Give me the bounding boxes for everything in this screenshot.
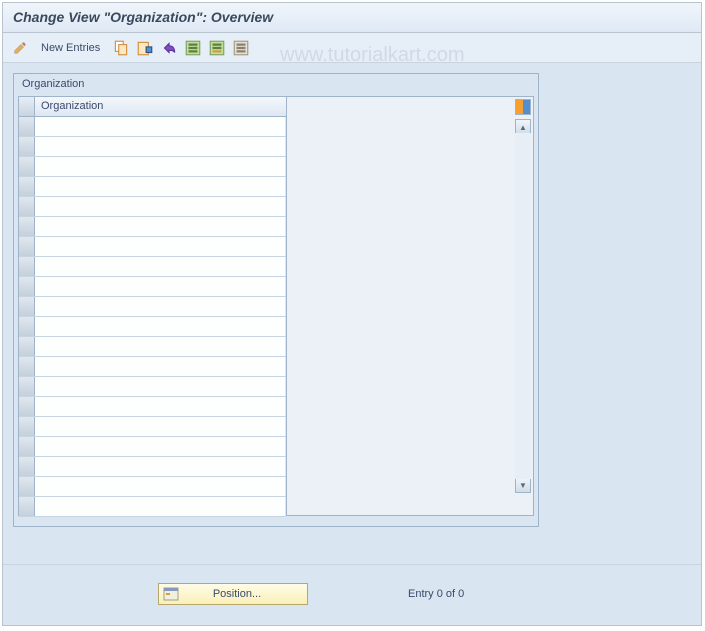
table-row bbox=[19, 277, 286, 297]
organization-cell[interactable] bbox=[35, 397, 286, 416]
organization-cell[interactable] bbox=[35, 317, 286, 336]
table-row bbox=[19, 177, 286, 197]
organization-cell[interactable] bbox=[35, 417, 286, 436]
table-row bbox=[19, 497, 286, 517]
panel-title: Organization bbox=[14, 74, 538, 94]
row-selector[interactable] bbox=[19, 357, 35, 376]
row-selector[interactable] bbox=[19, 157, 35, 176]
table-body bbox=[19, 117, 286, 517]
row-selector[interactable] bbox=[19, 377, 35, 396]
table-row bbox=[19, 437, 286, 457]
organization-cell[interactable] bbox=[35, 237, 286, 256]
row-selector[interactable] bbox=[19, 397, 35, 416]
row-selector[interactable] bbox=[19, 197, 35, 216]
table-row bbox=[19, 317, 286, 337]
column-header-organization[interactable]: Organization bbox=[35, 97, 286, 116]
row-selector-header[interactable] bbox=[19, 97, 35, 116]
organization-cell[interactable] bbox=[35, 437, 286, 456]
separator bbox=[3, 564, 701, 565]
organization-cell[interactable] bbox=[35, 277, 286, 296]
app-window: Change View "Organization": Overview New… bbox=[2, 2, 702, 626]
titlebar: Change View "Organization": Overview bbox=[3, 3, 701, 33]
row-selector[interactable] bbox=[19, 297, 35, 316]
scroll-down-bottom-button[interactable]: ▼ bbox=[515, 477, 531, 493]
row-selector[interactable] bbox=[19, 237, 35, 256]
organization-cell[interactable] bbox=[35, 117, 286, 136]
row-selector[interactable] bbox=[19, 477, 35, 496]
organization-table: Organization bbox=[18, 96, 287, 516]
row-selector[interactable] bbox=[19, 277, 35, 296]
organization-cell[interactable] bbox=[35, 337, 286, 356]
row-selector[interactable] bbox=[19, 417, 35, 436]
table-row bbox=[19, 357, 286, 377]
table-settings-button[interactable] bbox=[515, 99, 531, 115]
row-selector[interactable] bbox=[19, 217, 35, 236]
table-row bbox=[19, 257, 286, 277]
row-selector[interactable] bbox=[19, 457, 35, 476]
organization-cell[interactable] bbox=[35, 477, 286, 496]
scroll-track[interactable] bbox=[515, 133, 531, 479]
table-row bbox=[19, 117, 286, 137]
table-row bbox=[19, 137, 286, 157]
table-row bbox=[19, 397, 286, 417]
organization-cell[interactable] bbox=[35, 197, 286, 216]
main-content: Organization Organization ▲ ▼ ▲ ▼ bbox=[3, 63, 701, 625]
organization-cell[interactable] bbox=[35, 177, 286, 196]
table-container: Organization ▲ ▼ ▲ ▼ bbox=[18, 96, 534, 516]
organization-cell[interactable] bbox=[35, 137, 286, 156]
table-row bbox=[19, 217, 286, 237]
position-icon bbox=[163, 587, 179, 601]
table-row bbox=[19, 237, 286, 257]
position-button-label: Position... bbox=[187, 588, 303, 600]
organization-cell[interactable] bbox=[35, 357, 286, 376]
table-row bbox=[19, 197, 286, 217]
select-all-icon[interactable] bbox=[184, 39, 202, 57]
row-selector[interactable] bbox=[19, 117, 35, 136]
copy-icon[interactable] bbox=[112, 39, 130, 57]
undo-icon[interactable] bbox=[160, 39, 178, 57]
organization-cell[interactable] bbox=[35, 297, 286, 316]
delete-icon[interactable] bbox=[136, 39, 154, 57]
row-selector[interactable] bbox=[19, 337, 35, 356]
organization-cell[interactable] bbox=[35, 257, 286, 276]
table-row bbox=[19, 477, 286, 497]
table-row bbox=[19, 297, 286, 317]
organization-cell[interactable] bbox=[35, 497, 286, 516]
row-selector[interactable] bbox=[19, 317, 35, 336]
change-icon[interactable] bbox=[11, 39, 29, 57]
table-row bbox=[19, 417, 286, 437]
table-row bbox=[19, 157, 286, 177]
scroll-area: ▲ ▼ ▲ ▼ bbox=[287, 96, 534, 516]
row-selector[interactable] bbox=[19, 257, 35, 276]
table-row bbox=[19, 337, 286, 357]
deselect-all-icon[interactable] bbox=[232, 39, 250, 57]
organization-cell[interactable] bbox=[35, 217, 286, 236]
row-selector[interactable] bbox=[19, 177, 35, 196]
organization-cell[interactable] bbox=[35, 157, 286, 176]
save-variant-icon[interactable] bbox=[208, 39, 226, 57]
position-button[interactable]: Position... bbox=[158, 583, 308, 605]
table-row bbox=[19, 457, 286, 477]
organization-cell[interactable] bbox=[35, 457, 286, 476]
organization-panel: Organization Organization ▲ ▼ ▲ ▼ bbox=[13, 73, 539, 527]
organization-cell[interactable] bbox=[35, 377, 286, 396]
footer-bar: Position... Entry 0 of 0 bbox=[158, 583, 464, 605]
table-header: Organization bbox=[19, 97, 286, 117]
new-entries-button[interactable]: New Entries bbox=[35, 40, 106, 56]
row-selector[interactable] bbox=[19, 437, 35, 456]
page-title: Change View "Organization": Overview bbox=[13, 9, 273, 25]
toolbar: New Entries bbox=[3, 33, 701, 63]
row-selector[interactable] bbox=[19, 137, 35, 156]
table-row bbox=[19, 377, 286, 397]
entry-counter: Entry 0 of 0 bbox=[408, 588, 464, 600]
row-selector[interactable] bbox=[19, 497, 35, 516]
